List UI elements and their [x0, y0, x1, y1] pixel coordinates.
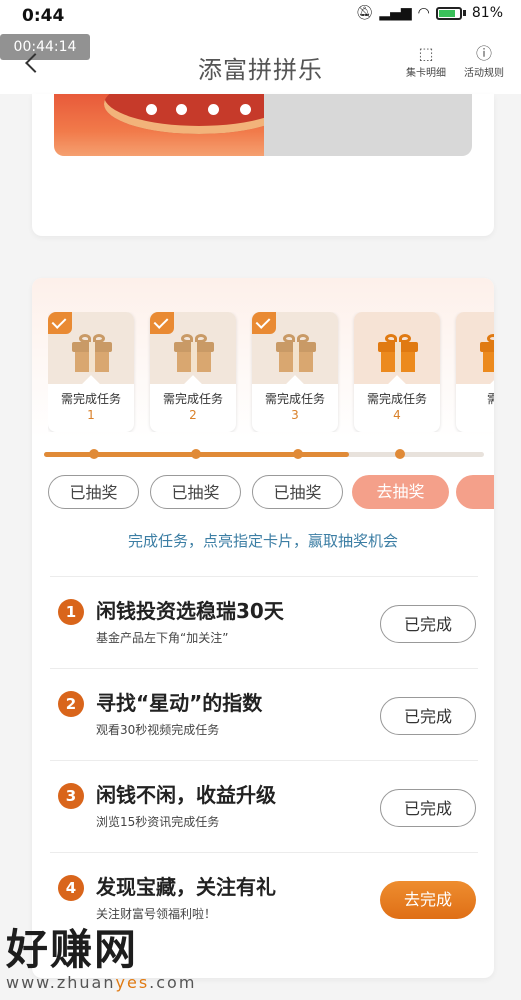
watermark: 好赚网 www.zhuanyes.com	[6, 916, 206, 992]
mute-icon: 🔕︎	[355, 5, 374, 21]
gift-card-number: 2	[189, 408, 197, 422]
task-title: 发现宝藏，关注有礼	[96, 875, 276, 899]
gift-card-label: 需完成任务	[264, 392, 325, 406]
app-header: 00:44:14 添富拼拼乐 ⬚ 集卡明细 ⓘ 活动规则	[0, 30, 521, 94]
battery-level: 81%	[471, 5, 503, 21]
banner-image[interactable]	[54, 94, 264, 156]
stage-light	[176, 104, 187, 115]
draw-button-row: 已抽奖 已抽奖 已抽奖 去抽奖 去	[48, 475, 494, 511]
rules-button[interactable]: ⓘ 活动规则	[456, 44, 512, 79]
draw-button-done[interactable]: 已抽奖	[252, 475, 343, 509]
progress-track	[44, 449, 484, 459]
gift-card[interactable]: 需完成任务 1	[48, 312, 134, 432]
gift-card[interactable]: 需完成任务 4	[354, 312, 440, 432]
task-subtitle: 浏览15秒资讯完成任务	[96, 815, 220, 829]
check-icon	[150, 312, 174, 334]
gift-card[interactable]: 需完成任务 3	[252, 312, 338, 432]
gift-card-label: 需完成任务	[162, 392, 223, 406]
rules-label: 活动规则	[464, 68, 504, 79]
gift-card-number: 1	[87, 408, 95, 422]
draw-button-go[interactable]: 去抽奖	[352, 475, 449, 509]
progress-dot	[89, 449, 99, 459]
info-icon: ⓘ	[475, 44, 492, 63]
check-icon	[252, 312, 276, 334]
gift-icon	[72, 334, 112, 372]
stage-light	[240, 104, 251, 115]
stage-light	[146, 104, 157, 115]
task-subtitle: 观看30秒视频完成任务	[96, 723, 220, 737]
task-number: 1	[58, 599, 84, 625]
wifi-icon: ◠	[417, 5, 430, 21]
task-go-complete-button[interactable]: 去完成	[380, 881, 476, 919]
task-number: 3	[58, 783, 84, 809]
card-detail-button[interactable]: ⬚ 集卡明细	[398, 44, 454, 79]
gift-card-number: 4	[393, 408, 401, 422]
stage-light	[208, 104, 219, 115]
task-row: 2 寻找“星动”的指数 观看30秒视频完成任务 已完成	[50, 668, 478, 760]
gift-icon	[480, 334, 494, 372]
gift-card-label: 需完	[486, 392, 494, 406]
gift-card[interactable]: 需完成任务 2	[150, 312, 236, 432]
banner-image-placeholder[interactable]	[264, 94, 472, 156]
gift-icon	[174, 334, 214, 372]
screen: { "status_bar": { "time": "0:44", "batte…	[0, 0, 521, 1000]
status-bar: 0:44 🔕︎ ▂▄▆ ◠ 81%	[0, 0, 521, 30]
task-card: 需完成任务 1 需完成任务 2 需完成任务 3 需完成任务 4 需 已抽奖 已抽…	[32, 278, 494, 978]
signal-icon: ▂▄▆	[379, 5, 412, 21]
task-number: 2	[58, 691, 84, 717]
task-number: 4	[58, 875, 84, 901]
puzzle-icon: ⬚	[418, 44, 434, 63]
task-title: 闲钱投资选稳瑞30天	[96, 599, 284, 623]
watermark-url: www.zhuanyes.com	[6, 973, 197, 992]
task-title: 寻找“星动”的指数	[96, 691, 263, 715]
status-icons: 🔕︎ ▂▄▆ ◠ 81%	[356, 5, 503, 21]
progress-dot	[191, 449, 201, 459]
gift-card-number: 3	[291, 408, 299, 422]
gift-icon	[378, 334, 418, 372]
task-title: 闲钱不闲，收益升级	[96, 783, 276, 807]
battery-icon	[435, 6, 462, 20]
progress-dot	[395, 449, 405, 459]
task-subtitle: 基金产品左下角“加关注”	[96, 631, 229, 645]
task-hint: 完成任务，点亮指定卡片，赢取抽奖机会	[127, 532, 398, 550]
task-row: 3 闲钱不闲，收益升级 浏览15秒资讯完成任务 已完成	[50, 760, 478, 852]
gift-card[interactable]: 需完	[456, 312, 494, 432]
draw-button-go[interactable]: 去	[456, 475, 494, 509]
task-completed-button[interactable]: 已完成	[380, 605, 476, 643]
card-detail-label: 集卡明细	[406, 68, 446, 79]
check-icon	[48, 312, 72, 334]
gift-card-label: 需完成任务	[366, 392, 427, 406]
watermark-logo: 好赚网	[6, 925, 139, 974]
task-completed-button[interactable]: 已完成	[380, 697, 476, 735]
progress-dot	[293, 449, 303, 459]
gift-card-strip[interactable]: 需完成任务 1 需完成任务 2 需完成任务 3 需完成任务 4 需	[48, 312, 494, 432]
gift-icon	[276, 334, 316, 372]
status-time: 0:44	[22, 6, 65, 26]
draw-button-done[interactable]: 已抽奖	[48, 475, 139, 509]
gift-card-label: 需完成任务	[60, 392, 121, 406]
battery-cap	[462, 10, 466, 16]
task-row: 1 闲钱投资选稳瑞30天 基金产品左下角“加关注” 已完成	[50, 576, 478, 668]
task-completed-button[interactable]: 已完成	[380, 789, 476, 827]
banner-card	[32, 94, 494, 236]
draw-button-done[interactable]: 已抽奖	[150, 475, 241, 509]
